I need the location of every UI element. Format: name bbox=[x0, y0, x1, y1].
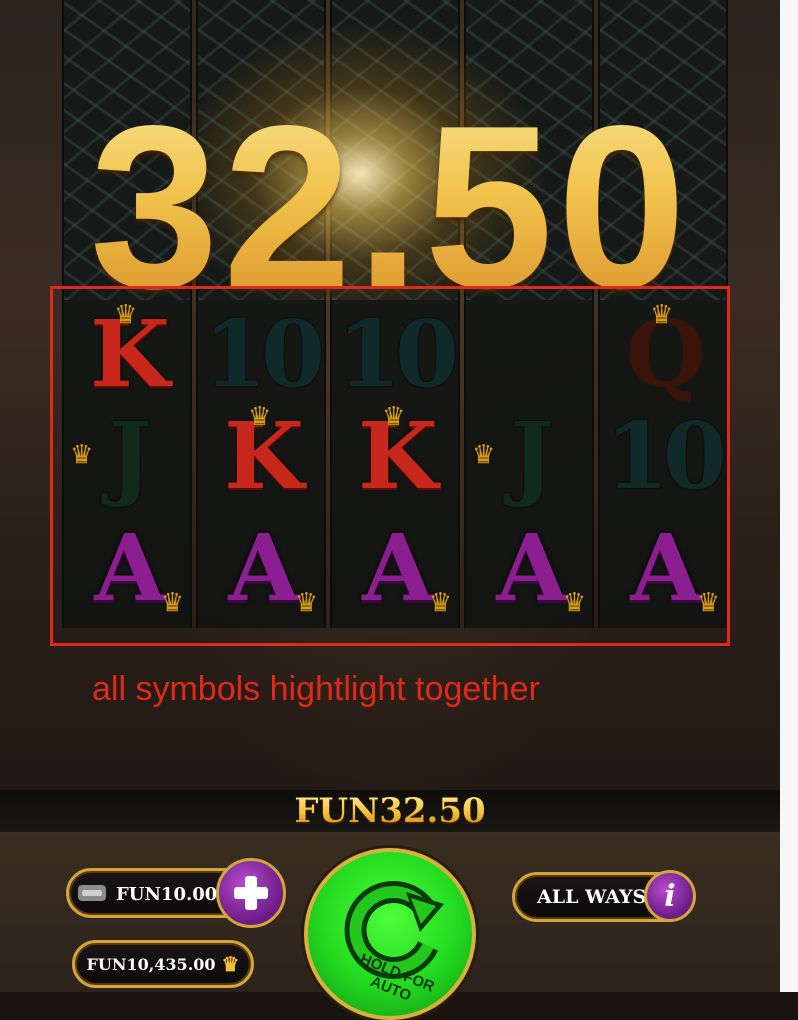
all-ways-label: ALL WAYS bbox=[537, 886, 647, 908]
crown-icon: ♛ bbox=[221, 952, 240, 976]
balance-display: FUN10,435.00 ♛ bbox=[72, 940, 254, 988]
highlight-annotation-box bbox=[50, 286, 730, 646]
minus-icon[interactable] bbox=[78, 885, 106, 901]
bet-amount: FUN10.00 bbox=[116, 884, 218, 905]
balance-amount: FUN10,435.00 bbox=[86, 954, 216, 974]
spin-button[interactable]: HOLD FOR AUTO bbox=[304, 848, 476, 1020]
annotation-note: all symbols hightlight together bbox=[92, 670, 540, 708]
win-bar: FUN32.50 bbox=[0, 790, 780, 832]
plus-icon[interactable] bbox=[216, 858, 286, 928]
win-bar-amount: FUN32.50 bbox=[294, 791, 486, 831]
page-edge bbox=[780, 0, 798, 992]
info-icon[interactable]: i bbox=[644, 870, 696, 922]
